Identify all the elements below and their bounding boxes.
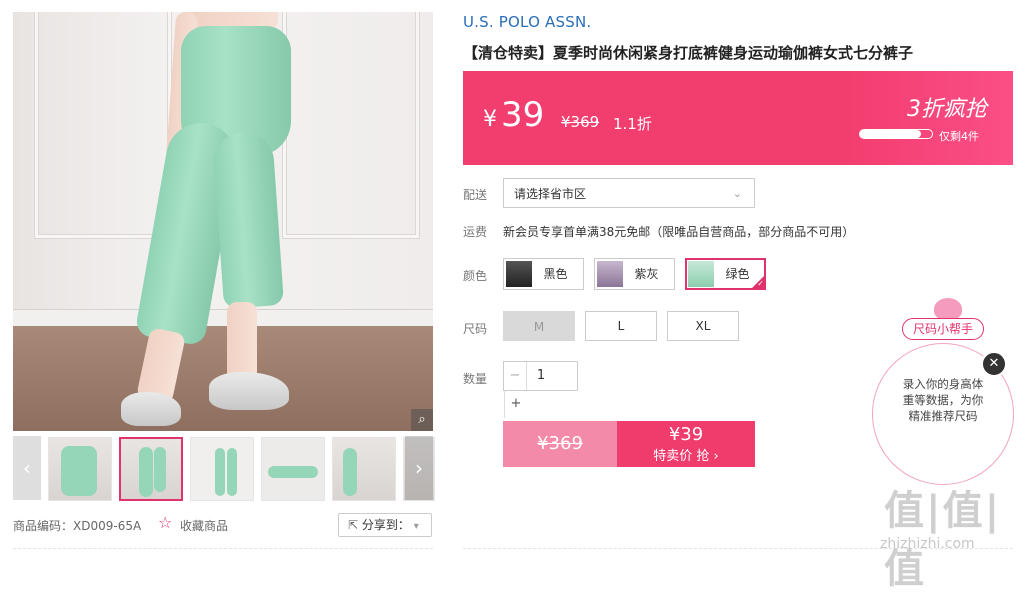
size-option-xl[interactable]: XL xyxy=(667,311,739,341)
baseboard xyxy=(13,309,433,326)
brand-link[interactable]: U.S. POLO ASSN. xyxy=(463,13,591,31)
close-icon[interactable]: ✕ xyxy=(981,351,1007,377)
price-banner: ¥ 39 ¥369 1.1折 3折疯抢 仅剩4件 xyxy=(463,71,1013,165)
quantity-increase[interactable]: + xyxy=(504,390,527,418)
buy-action: 特卖价 抢 › xyxy=(653,449,719,464)
size-option-m[interactable]: M xyxy=(503,311,575,341)
thumbnail-1[interactable] xyxy=(48,437,112,501)
original-price: ¥369 xyxy=(561,113,600,131)
thumbnail-4[interactable] xyxy=(261,437,325,501)
magnifier-icon[interactable]: ⌕ xyxy=(411,409,433,431)
color-option-green[interactable]: 绿色 ✓ xyxy=(685,258,766,290)
chevron-left-icon[interactable]: ‹ xyxy=(13,436,41,500)
region-select-value: 请选择省市区 xyxy=(514,187,587,201)
helper-line-3: 精准推荐尺码 xyxy=(908,409,978,423)
color-swatch-black xyxy=(506,261,532,287)
size-option-l[interactable]: L xyxy=(585,311,657,341)
main-product-image[interactable]: ⌕ xyxy=(13,12,433,431)
original-price-button[interactable]: ¥369 xyxy=(503,421,617,467)
current-price: 39 xyxy=(501,95,545,135)
quantity-value[interactable]: 1 xyxy=(527,362,555,390)
size-helper-tag[interactable]: 尺码小帮手 xyxy=(902,318,985,340)
color-option-black[interactable]: 黑色 xyxy=(503,258,584,290)
share-label: 分享到： xyxy=(361,518,410,532)
wall-panel xyxy=(283,12,419,238)
promo-tag: 3折疯抢 xyxy=(907,97,987,122)
divider xyxy=(13,548,433,549)
discount-rate: 1.1折 xyxy=(613,115,652,133)
stock-remaining: 仅剩4件 xyxy=(939,130,979,143)
thumbnail-3[interactable] xyxy=(190,437,254,501)
region-select[interactable]: 请选择省市区 ⌄ xyxy=(503,178,755,208)
currency-symbol: ¥ xyxy=(483,107,497,132)
share-button[interactable]: ⇱ 分享到： ▾ xyxy=(338,513,432,537)
favorite-button[interactable]: 收藏商品 xyxy=(180,517,228,534)
star-icon[interactable]: ☆ xyxy=(158,513,172,532)
stock-progress xyxy=(859,129,933,139)
delivery-label: 配送 xyxy=(463,188,488,202)
color-swatch-purple-grey xyxy=(597,261,623,287)
color-swatch-green xyxy=(688,261,714,287)
quantity-decrease[interactable]: − xyxy=(504,362,527,390)
product-title: 【清仓特卖】夏季时尚休闲紧身打底裤健身运动瑜伽裤女式七分裤子 xyxy=(463,44,914,62)
watermark-url: zhizhizhi.com xyxy=(880,536,975,552)
stock-progress-fill xyxy=(860,130,922,138)
product-code: 商品编码：XD009-65A xyxy=(13,519,142,533)
buy-now-button[interactable]: ¥39 特卖价 抢 › xyxy=(617,421,755,467)
color-label: 颜色 xyxy=(463,269,488,283)
wall-panel xyxy=(35,12,171,238)
quantity-label: 数量 xyxy=(463,372,488,386)
helper-line-2: 重等数据，为你 xyxy=(902,393,984,407)
helper-line-1: 录入你的身高体 xyxy=(902,377,984,391)
chevron-right-icon[interactable]: › xyxy=(405,436,433,500)
checkmark-icon: ✓ xyxy=(757,279,764,288)
left-shoe xyxy=(121,392,181,426)
share-icon: ⇱ xyxy=(348,518,359,532)
thumbnail-5[interactable] xyxy=(332,437,396,501)
right-calf xyxy=(227,302,257,382)
shipping-note: 新会员专享首单满38元免邮（限唯品自营商品，部分商品不可用） xyxy=(503,225,855,239)
thumbnail-2-active[interactable] xyxy=(119,437,183,501)
right-leg xyxy=(211,130,285,309)
chevron-down-icon: ⌄ xyxy=(732,187,742,200)
buy-price: ¥39 xyxy=(668,424,704,445)
shipping-label: 运费 xyxy=(463,225,488,239)
color-option-purple-grey[interactable]: 紫灰 xyxy=(594,258,675,290)
mascot-icon xyxy=(934,298,962,320)
chevron-down-icon: ▾ xyxy=(413,521,419,532)
quantity-stepper: −1+ xyxy=(503,361,578,418)
size-label: 尺码 xyxy=(463,322,488,336)
right-shoe xyxy=(209,372,289,410)
